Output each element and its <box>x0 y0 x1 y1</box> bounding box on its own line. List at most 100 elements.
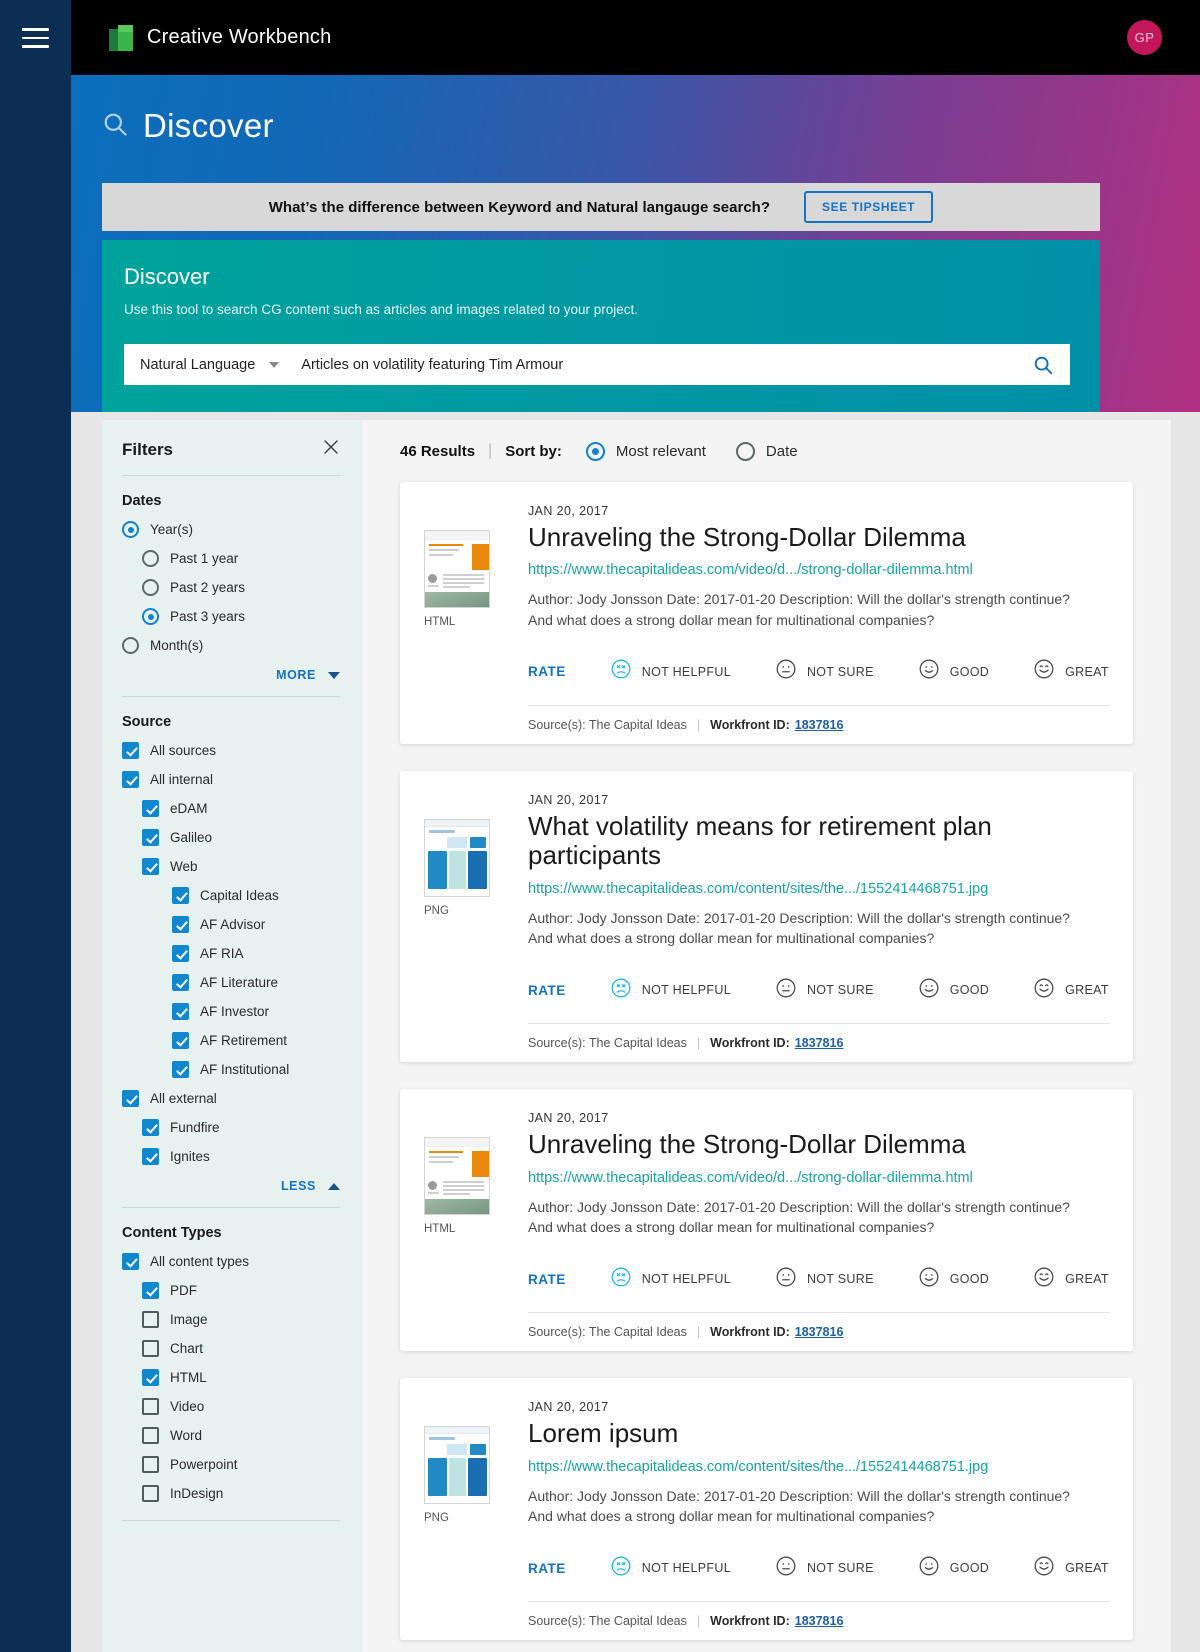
checkbox[interactable] <box>142 1148 159 1165</box>
result-url[interactable]: https://www.thecapitalideas.com/video/d.… <box>528 1170 1109 1186</box>
checkbox[interactable] <box>172 887 189 904</box>
face-neutral-icon[interactable] <box>775 658 797 685</box>
face-frown-icon[interactable] <box>610 977 632 1004</box>
source-option-ignites[interactable]: Ignites <box>142 1148 340 1165</box>
rate-label[interactable]: RATE <box>528 1272 566 1287</box>
result-title[interactable]: Lorem ipsum <box>528 1418 1109 1448</box>
rate-option-great[interactable]: GREAT <box>1033 1266 1109 1293</box>
result-url[interactable]: https://www.thecapitalideas.com/content/… <box>528 881 1109 897</box>
source-option-fundfire[interactable]: Fundfire <box>142 1119 340 1136</box>
source-option-af-institutional[interactable]: AF Institutional <box>172 1061 340 1078</box>
see-tipsheet-button[interactable]: SEE TIPSHEET <box>804 191 934 223</box>
date-option-month-s-[interactable]: Month(s) <box>122 637 340 654</box>
checkbox[interactable] <box>142 1485 159 1502</box>
checkbox[interactable] <box>122 1253 139 1270</box>
face-smile-icon[interactable] <box>918 1266 940 1293</box>
face-frown-icon[interactable] <box>610 658 632 685</box>
search-input[interactable] <box>301 356 1032 373</box>
search-submit-icon[interactable] <box>1032 354 1054 376</box>
checkbox[interactable] <box>172 1061 189 1078</box>
rate-option-not-sure[interactable]: NOT SURE <box>775 658 874 685</box>
rate-option-great[interactable]: GREAT <box>1033 977 1109 1004</box>
source-option-af-investor[interactable]: AF Investor <box>172 1003 340 1020</box>
face-frown-icon[interactable] <box>610 1555 632 1582</box>
rate-option-not-helpful[interactable]: NOT HELPFUL <box>610 1266 731 1293</box>
rate-option-not-sure[interactable]: NOT SURE <box>775 1555 874 1582</box>
checkbox[interactable] <box>142 800 159 817</box>
checkbox[interactable] <box>122 1090 139 1107</box>
rate-option-not-sure[interactable]: NOT SURE <box>775 1266 874 1293</box>
checkbox[interactable] <box>172 945 189 962</box>
chevron-down-icon[interactable] <box>269 361 280 368</box>
workfront-id-link[interactable]: 1837816 <box>795 1614 844 1628</box>
content-type-option-video[interactable]: Video <box>142 1398 340 1415</box>
face-grin-icon[interactable] <box>1033 658 1055 685</box>
content-type-option-all-content-types[interactable]: All content types <box>122 1253 340 1270</box>
checkbox[interactable] <box>142 1456 159 1473</box>
brand[interactable]: Creative Workbench <box>109 24 331 51</box>
rate-label[interactable]: RATE <box>528 1561 566 1576</box>
source-option-af-ria[interactable]: AF RIA <box>172 945 340 962</box>
rate-option-good[interactable]: GOOD <box>918 658 989 685</box>
result-thumbnail[interactable] <box>424 1137 490 1216</box>
date-option-past-2-years[interactable]: Past 2 years <box>142 579 340 596</box>
face-frown-icon[interactable] <box>610 1266 632 1293</box>
result-thumbnail[interactable] <box>424 530 490 608</box>
face-neutral-icon[interactable] <box>775 1555 797 1582</box>
workfront-id-link[interactable]: 1837816 <box>795 1325 844 1339</box>
result-title[interactable]: Unraveling the Strong-Dollar Dilemma <box>528 522 1109 552</box>
checkbox[interactable] <box>122 771 139 788</box>
content-type-option-chart[interactable]: Chart <box>142 1340 340 1357</box>
rate-option-great[interactable]: GREAT <box>1033 658 1109 685</box>
content-type-option-word[interactable]: Word <box>142 1427 340 1444</box>
rate-option-not-helpful[interactable]: NOT HELPFUL <box>610 1555 731 1582</box>
radio-button[interactable] <box>122 521 139 538</box>
content-type-option-image[interactable]: Image <box>142 1311 340 1328</box>
source-option-af-advisor[interactable]: AF Advisor <box>172 916 340 933</box>
source-option-galileo[interactable]: Galileo <box>142 829 340 846</box>
face-smile-icon[interactable] <box>918 1555 940 1582</box>
source-option-all-external[interactable]: All external <box>122 1090 340 1107</box>
result-url[interactable]: https://www.thecapitalideas.com/video/d.… <box>528 562 1109 578</box>
checkbox[interactable] <box>142 1311 159 1328</box>
rate-option-good[interactable]: GOOD <box>918 1555 989 1582</box>
face-neutral-icon[interactable] <box>775 1266 797 1293</box>
face-neutral-icon[interactable] <box>775 977 797 1004</box>
result-card[interactable]: PNG JAN 20, 2017 What volatility means for… <box>400 770 1133 1063</box>
workfront-id-link[interactable]: 1837816 <box>795 718 844 732</box>
result-card[interactable]: HTML JAN 20, 2017 Unraveling the Strong-Do… <box>400 1089 1133 1352</box>
rate-option-great[interactable]: GREAT <box>1033 1555 1109 1582</box>
checkbox[interactable] <box>142 858 159 875</box>
face-smile-icon[interactable] <box>918 658 940 685</box>
date-option-past-3-years[interactable]: Past 3 years <box>142 608 340 625</box>
checkbox[interactable] <box>122 742 139 759</box>
avatar[interactable]: GP <box>1127 20 1162 55</box>
result-card[interactable]: HTML JAN 20, 2017 Unraveling the Strong-Do… <box>400 482 1133 744</box>
workfront-id-link[interactable]: 1837816 <box>795 1036 844 1050</box>
result-title[interactable]: What volatility means for retirement pla… <box>528 811 1109 871</box>
source-option-edam[interactable]: eDAM <box>142 800 340 817</box>
checkbox[interactable] <box>172 1003 189 1020</box>
rate-option-not-helpful[interactable]: NOT HELPFUL <box>610 977 731 1004</box>
radio-button[interactable] <box>142 608 159 625</box>
rate-label[interactable]: RATE <box>528 983 566 998</box>
result-thumbnail[interactable] <box>424 1426 490 1505</box>
content-type-option-pdf[interactable]: PDF <box>142 1282 340 1299</box>
radio-button[interactable] <box>585 441 605 461</box>
checkbox[interactable] <box>142 1398 159 1415</box>
rate-option-good[interactable]: GOOD <box>918 1266 989 1293</box>
date-option-past-1-year[interactable]: Past 1 year <box>142 550 340 567</box>
source-less-toggle[interactable]: LESS <box>122 1179 340 1193</box>
search-mode-label[interactable]: Natural Language <box>140 357 255 373</box>
sort-option-most-relevant[interactable]: Most relevant <box>585 441 706 461</box>
checkbox[interactable] <box>172 916 189 933</box>
source-option-af-literature[interactable]: AF Literature <box>172 974 340 991</box>
content-type-option-html[interactable]: HTML <box>142 1369 340 1386</box>
rate-option-not-helpful[interactable]: NOT HELPFUL <box>610 658 731 685</box>
face-grin-icon[interactable] <box>1033 1266 1055 1293</box>
date-option-year-s-[interactable]: Year(s) <box>122 521 340 538</box>
radio-button[interactable] <box>142 550 159 567</box>
source-option-capital-ideas[interactable]: Capital Ideas <box>172 887 340 904</box>
checkbox[interactable] <box>172 1032 189 1049</box>
source-option-web[interactable]: Web <box>142 858 340 875</box>
